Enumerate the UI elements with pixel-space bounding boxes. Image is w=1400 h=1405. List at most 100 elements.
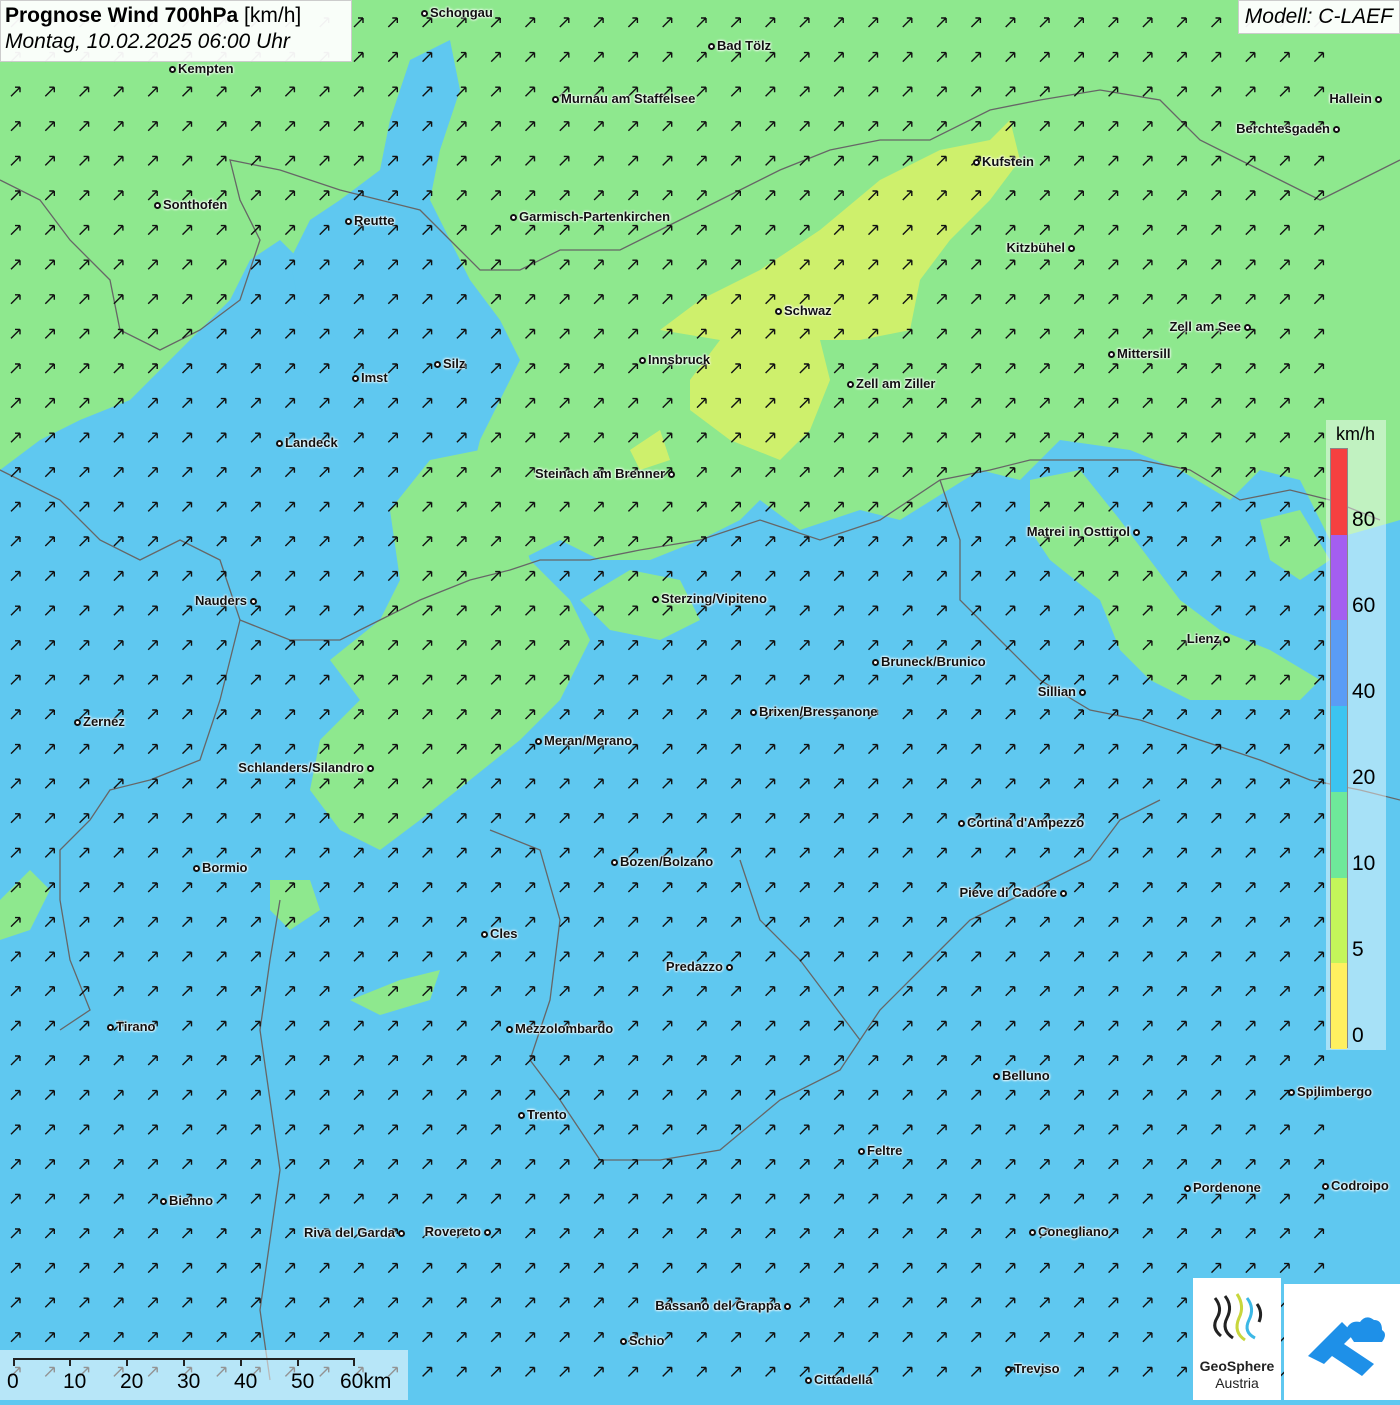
city-label: Belluno [1002, 1068, 1050, 1083]
city-marker [619, 1337, 627, 1345]
city-label: Matrei in Osttirol [1026, 524, 1130, 539]
city-label: Garmisch-Partenkirchen [519, 209, 671, 224]
legend-unit: km/h [1336, 424, 1376, 444]
city-label: Rovereto [424, 1224, 481, 1239]
city-marker [433, 360, 441, 368]
scale-tick [13, 1358, 15, 1366]
city-marker [168, 65, 176, 73]
city-label: Berchtesgaden [1236, 121, 1330, 136]
legend-label: 80 [1352, 508, 1376, 531]
scale-label: 40 [234, 1370, 258, 1393]
city-marker [106, 1023, 114, 1031]
city-label: Bienno [169, 1193, 214, 1208]
city-label: Mittersill [1117, 346, 1171, 361]
city-marker [192, 864, 200, 872]
city-marker [1059, 889, 1067, 897]
city-marker [480, 930, 488, 938]
scale-tick [69, 1358, 71, 1366]
city-label: Steinach am Brenner [534, 466, 665, 481]
legend-colorbar [1330, 448, 1348, 1049]
city-label: Tirano [116, 1019, 156, 1034]
city-marker [534, 737, 542, 745]
city-marker [505, 1025, 513, 1033]
legend-color-segment [1331, 963, 1347, 1049]
city-marker [1067, 244, 1075, 252]
city-marker [483, 1228, 491, 1236]
city-marker [275, 439, 283, 447]
city-label: Feltre [867, 1143, 903, 1158]
scale-label: 60km [340, 1370, 392, 1393]
city-label: Pordenone [1193, 1180, 1261, 1195]
scale-label: 50 [291, 1370, 315, 1393]
city-marker [1374, 95, 1382, 103]
map-title: Prognose Wind 700hPa [km/h] [5, 4, 347, 28]
city-marker [804, 1376, 812, 1384]
city-label: Treviso [1014, 1361, 1060, 1376]
scale-tick [297, 1358, 299, 1366]
legend-label: 10 [1352, 852, 1376, 875]
city-marker [249, 597, 257, 605]
city-label: Brixen/Bressanone [759, 704, 878, 719]
city-marker [857, 1147, 865, 1155]
city-marker [1004, 1365, 1012, 1373]
city-label: Bozen/Bolzano [620, 854, 714, 869]
city-marker [517, 1111, 525, 1119]
city-marker [1321, 1182, 1329, 1190]
city-marker [972, 158, 980, 166]
scale-label: 0 [7, 1370, 19, 1393]
city-label: Nauders [194, 593, 247, 608]
city-label: Schlanders/Silandro [238, 760, 364, 775]
city-marker [749, 708, 757, 716]
scale-label: 10 [63, 1370, 87, 1393]
geosphere-logo-icon [1213, 1293, 1263, 1342]
city-label: Riva del Garda [303, 1225, 395, 1240]
city-marker [159, 1197, 167, 1205]
city-label: Spilimbergo [1297, 1084, 1373, 1099]
legend-label: 40 [1352, 680, 1376, 703]
city-marker [725, 963, 733, 971]
scale-label: 20 [120, 1370, 144, 1393]
city-label: Schongau [430, 5, 493, 20]
city-marker [420, 9, 428, 17]
city-marker [366, 764, 374, 772]
city-marker [1183, 1184, 1191, 1192]
city-marker [1028, 1228, 1036, 1236]
city-label: Sillian [1037, 684, 1076, 699]
city-label: Bassano del Grappa [655, 1298, 781, 1313]
city-label: Predazzo [665, 959, 723, 974]
city-label: Cittadella [814, 1372, 873, 1387]
city-label: Bad Tölz [717, 38, 772, 53]
geosphere-country: Austria [1215, 1375, 1259, 1391]
scale-tick [183, 1358, 185, 1366]
city-label: Kempten [178, 61, 234, 76]
city-label: Zell am See [1169, 319, 1241, 334]
city-marker [957, 819, 965, 827]
legend-label: 5 [1352, 938, 1364, 961]
city-marker [1332, 125, 1340, 133]
city-label: Zell am Ziller [856, 376, 936, 391]
cloud-arrow-logo [1284, 1284, 1400, 1400]
legend-color-segment [1331, 534, 1347, 621]
city-marker [153, 201, 161, 209]
legend-label: 20 [1352, 766, 1376, 789]
model-label: Modell: C-LAEF [1237, 0, 1400, 34]
map-datetime: Montag, 10.02.2025 06:00 Uhr [5, 30, 290, 53]
city-marker [1243, 323, 1251, 331]
city-label: Lienz [1186, 631, 1220, 646]
city-label: Trento [527, 1107, 567, 1122]
city-label: Pieve di Cadore [959, 885, 1057, 900]
city-label: Cles [490, 926, 518, 941]
legend-label: 0 [1352, 1024, 1364, 1047]
city-marker [774, 307, 782, 315]
city-marker [610, 858, 618, 866]
geosphere-name: GeoSphere [1199, 1358, 1275, 1374]
city-marker [1132, 528, 1140, 536]
legend-color-segment [1331, 620, 1347, 707]
city-label: Schwaz [784, 303, 832, 318]
city-label: Conegliano [1038, 1224, 1109, 1239]
legend-color-segment [1331, 449, 1347, 535]
map-title-unit: [km/h] [244, 4, 302, 27]
city-marker [871, 658, 879, 666]
legend-label: 60 [1352, 594, 1376, 617]
city-marker [1078, 688, 1086, 696]
